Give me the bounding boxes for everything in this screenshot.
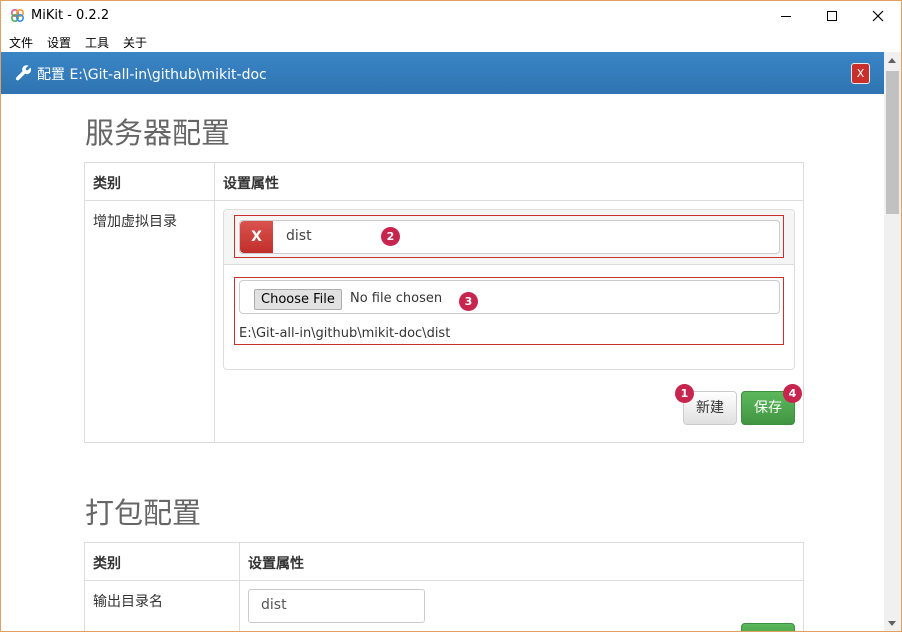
minimize-icon <box>781 15 791 17</box>
table-row: 输出目录名 <box>84 580 804 631</box>
wrench-icon <box>15 65 31 81</box>
badge-2: 2 <box>381 227 400 246</box>
vertical-scrollbar[interactable] <box>884 52 901 631</box>
main-content: 服务器配置 类别 设置属性 增加虚拟目录 X dist Choose File … <box>1 94 884 631</box>
scroll-thumb[interactable] <box>886 71 899 214</box>
row-label-output-dir: 输出目录名 <box>84 580 240 631</box>
pack-save-button[interactable] <box>741 623 795 631</box>
badge-1: 1 <box>675 384 694 403</box>
menu-settings[interactable]: 设置 <box>47 34 71 51</box>
pack-config-table: 类别 设置属性 输出目录名 <box>84 542 804 631</box>
server-config-title: 服务器配置 <box>85 116 231 150</box>
column-header-category: 类别 <box>84 162 215 201</box>
minimize-button[interactable] <box>763 1 809 31</box>
scroll-down-button[interactable] <box>884 615 901 631</box>
scroll-up-button[interactable] <box>884 52 901 69</box>
annotation-box-2 <box>234 215 784 258</box>
arrow-up-icon <box>888 58 896 63</box>
header-close-button[interactable]: X <box>851 63 870 84</box>
app-logo-icon <box>10 8 25 23</box>
close-window-button[interactable] <box>855 1 901 31</box>
menu-tools[interactable]: 工具 <box>85 34 109 51</box>
row-label-virtual-dir: 增加虚拟目录 <box>84 200 215 443</box>
arrow-down-icon <box>888 621 896 626</box>
close-icon <box>872 10 884 22</box>
menu-about[interactable]: 关于 <box>123 34 147 51</box>
window-title: MiKit - 0.2.2 <box>31 8 110 23</box>
output-dir-input[interactable]: dist <box>248 589 425 623</box>
badge-3: 3 <box>459 292 478 311</box>
column-header-settings: 设置属性 <box>214 162 804 201</box>
column-header-category: 类别 <box>84 542 240 581</box>
badge-4: 4 <box>783 384 802 403</box>
annotation-box-3 <box>234 277 784 345</box>
maximize-icon <box>827 11 837 21</box>
maximize-button[interactable] <box>809 1 855 31</box>
config-header: 配置 E:\Git-all-in\github\mikit-doc X <box>1 52 884 94</box>
app-window: MiKit - 0.2.2 文件 设置 工具 关于 配置 E:\Git-all-… <box>0 0 902 632</box>
menu-bar: 文件 设置 工具 关于 <box>1 31 901 52</box>
title-bar[interactable]: MiKit - 0.2.2 <box>1 1 901 31</box>
menu-file[interactable]: 文件 <box>9 34 33 51</box>
column-header-settings: 设置属性 <box>239 542 804 581</box>
pack-config-title: 打包配置 <box>85 496 202 530</box>
header-title: 配置 E:\Git-all-in\github\mikit-doc <box>37 67 267 83</box>
